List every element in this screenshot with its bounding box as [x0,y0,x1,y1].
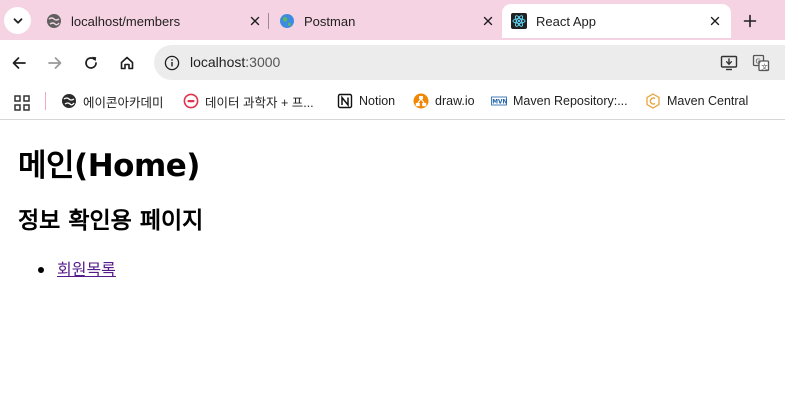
mvn-icon: MVN [491,93,507,109]
tab-strip: localhost/members Postman React App [0,0,785,40]
bookmark-maven-repository[interactable]: MVN Maven Repository:... [491,91,628,111]
red-circle-logo-icon [183,93,199,109]
arrow-right-icon [48,57,62,69]
page-content: 메인(Home) 정보 확인용 페이지 회원목록 [0,121,785,401]
plus-icon [743,14,757,28]
bookmark-label: 데이터 과학자 + 프... [205,95,314,110]
back-button[interactable] [7,51,31,75]
bookmark-acorn-academy[interactable]: 에이콘아카데미 [61,91,164,111]
tab-title: React App [536,13,596,29]
forward-button[interactable] [43,51,67,75]
member-list-link[interactable]: 회원목록 [57,259,116,281]
react-icon [511,13,527,29]
tab-search-button[interactable] [4,7,31,34]
globe-icon [46,13,62,29]
install-app-icon[interactable] [719,53,739,73]
page-subtitle: 정보 확인용 페이지 [18,208,204,234]
close-icon[interactable] [246,12,264,30]
bullet-icon [38,267,44,273]
bookmark-label: 에이콘아카데미 [83,95,164,110]
svg-text:MVN: MVN [492,100,507,106]
bookmark-label: Maven Repository:... [513,94,628,108]
bookmark-data-scientist[interactable]: 데이터 과학자 + 프... [183,91,314,111]
browser-toolbar: localhost:3000 G文 [0,40,785,86]
tab-react-app[interactable]: React App [502,4,731,38]
list-item: 회원목록 [38,259,116,281]
reload-button[interactable] [79,51,103,75]
postman-earth-icon [279,13,295,29]
bookmarks-divider [45,92,46,110]
url-port: :3000 [245,54,281,70]
translate-icon[interactable]: G文 [751,53,771,73]
tab-localhost-members[interactable]: localhost/members [44,4,266,38]
bookmark-maven-central[interactable]: Maven Central [645,91,748,111]
maven-central-icon [645,93,661,109]
url-host: localhost [190,54,246,70]
bookmark-notion[interactable]: Notion [337,91,395,111]
bookmark-drawio[interactable]: draw.io [413,91,475,111]
tab-separator [268,13,269,29]
site-info-icon[interactable] [162,53,181,72]
notion-icon [337,93,353,109]
new-tab-button[interactable] [738,9,762,33]
address-bar[interactable]: localhost:3000 G文 [154,45,785,80]
apps-grid-icon[interactable] [13,94,31,112]
bookmarks-bar: 에이콘아카데미 데이터 과학자 + 프... Notion draw.io MV… [0,86,785,120]
arrow-left-icon [12,57,26,69]
home-button[interactable] [115,51,139,75]
url-text[interactable]: localhost:3000 [190,54,280,71]
page-title: 메인(Home) [18,148,200,184]
chevron-down-icon [13,17,22,24]
bookmark-label: draw.io [435,94,475,108]
tab-postman[interactable]: Postman [277,4,499,38]
reload-icon [85,56,97,69]
drawio-icon [413,93,429,109]
link-list: 회원목록 [38,259,116,281]
close-icon[interactable] [479,12,497,30]
home-icon [120,56,134,70]
globe-icon [61,93,77,109]
bookmark-label: Maven Central [667,94,749,108]
tab-title: Postman [304,13,356,29]
svg-text:G: G [756,57,761,65]
bookmark-label: Notion [359,94,396,108]
tab-title: localhost/members [71,13,181,29]
svg-text:文: 文 [761,62,768,71]
close-icon[interactable] [706,12,724,30]
